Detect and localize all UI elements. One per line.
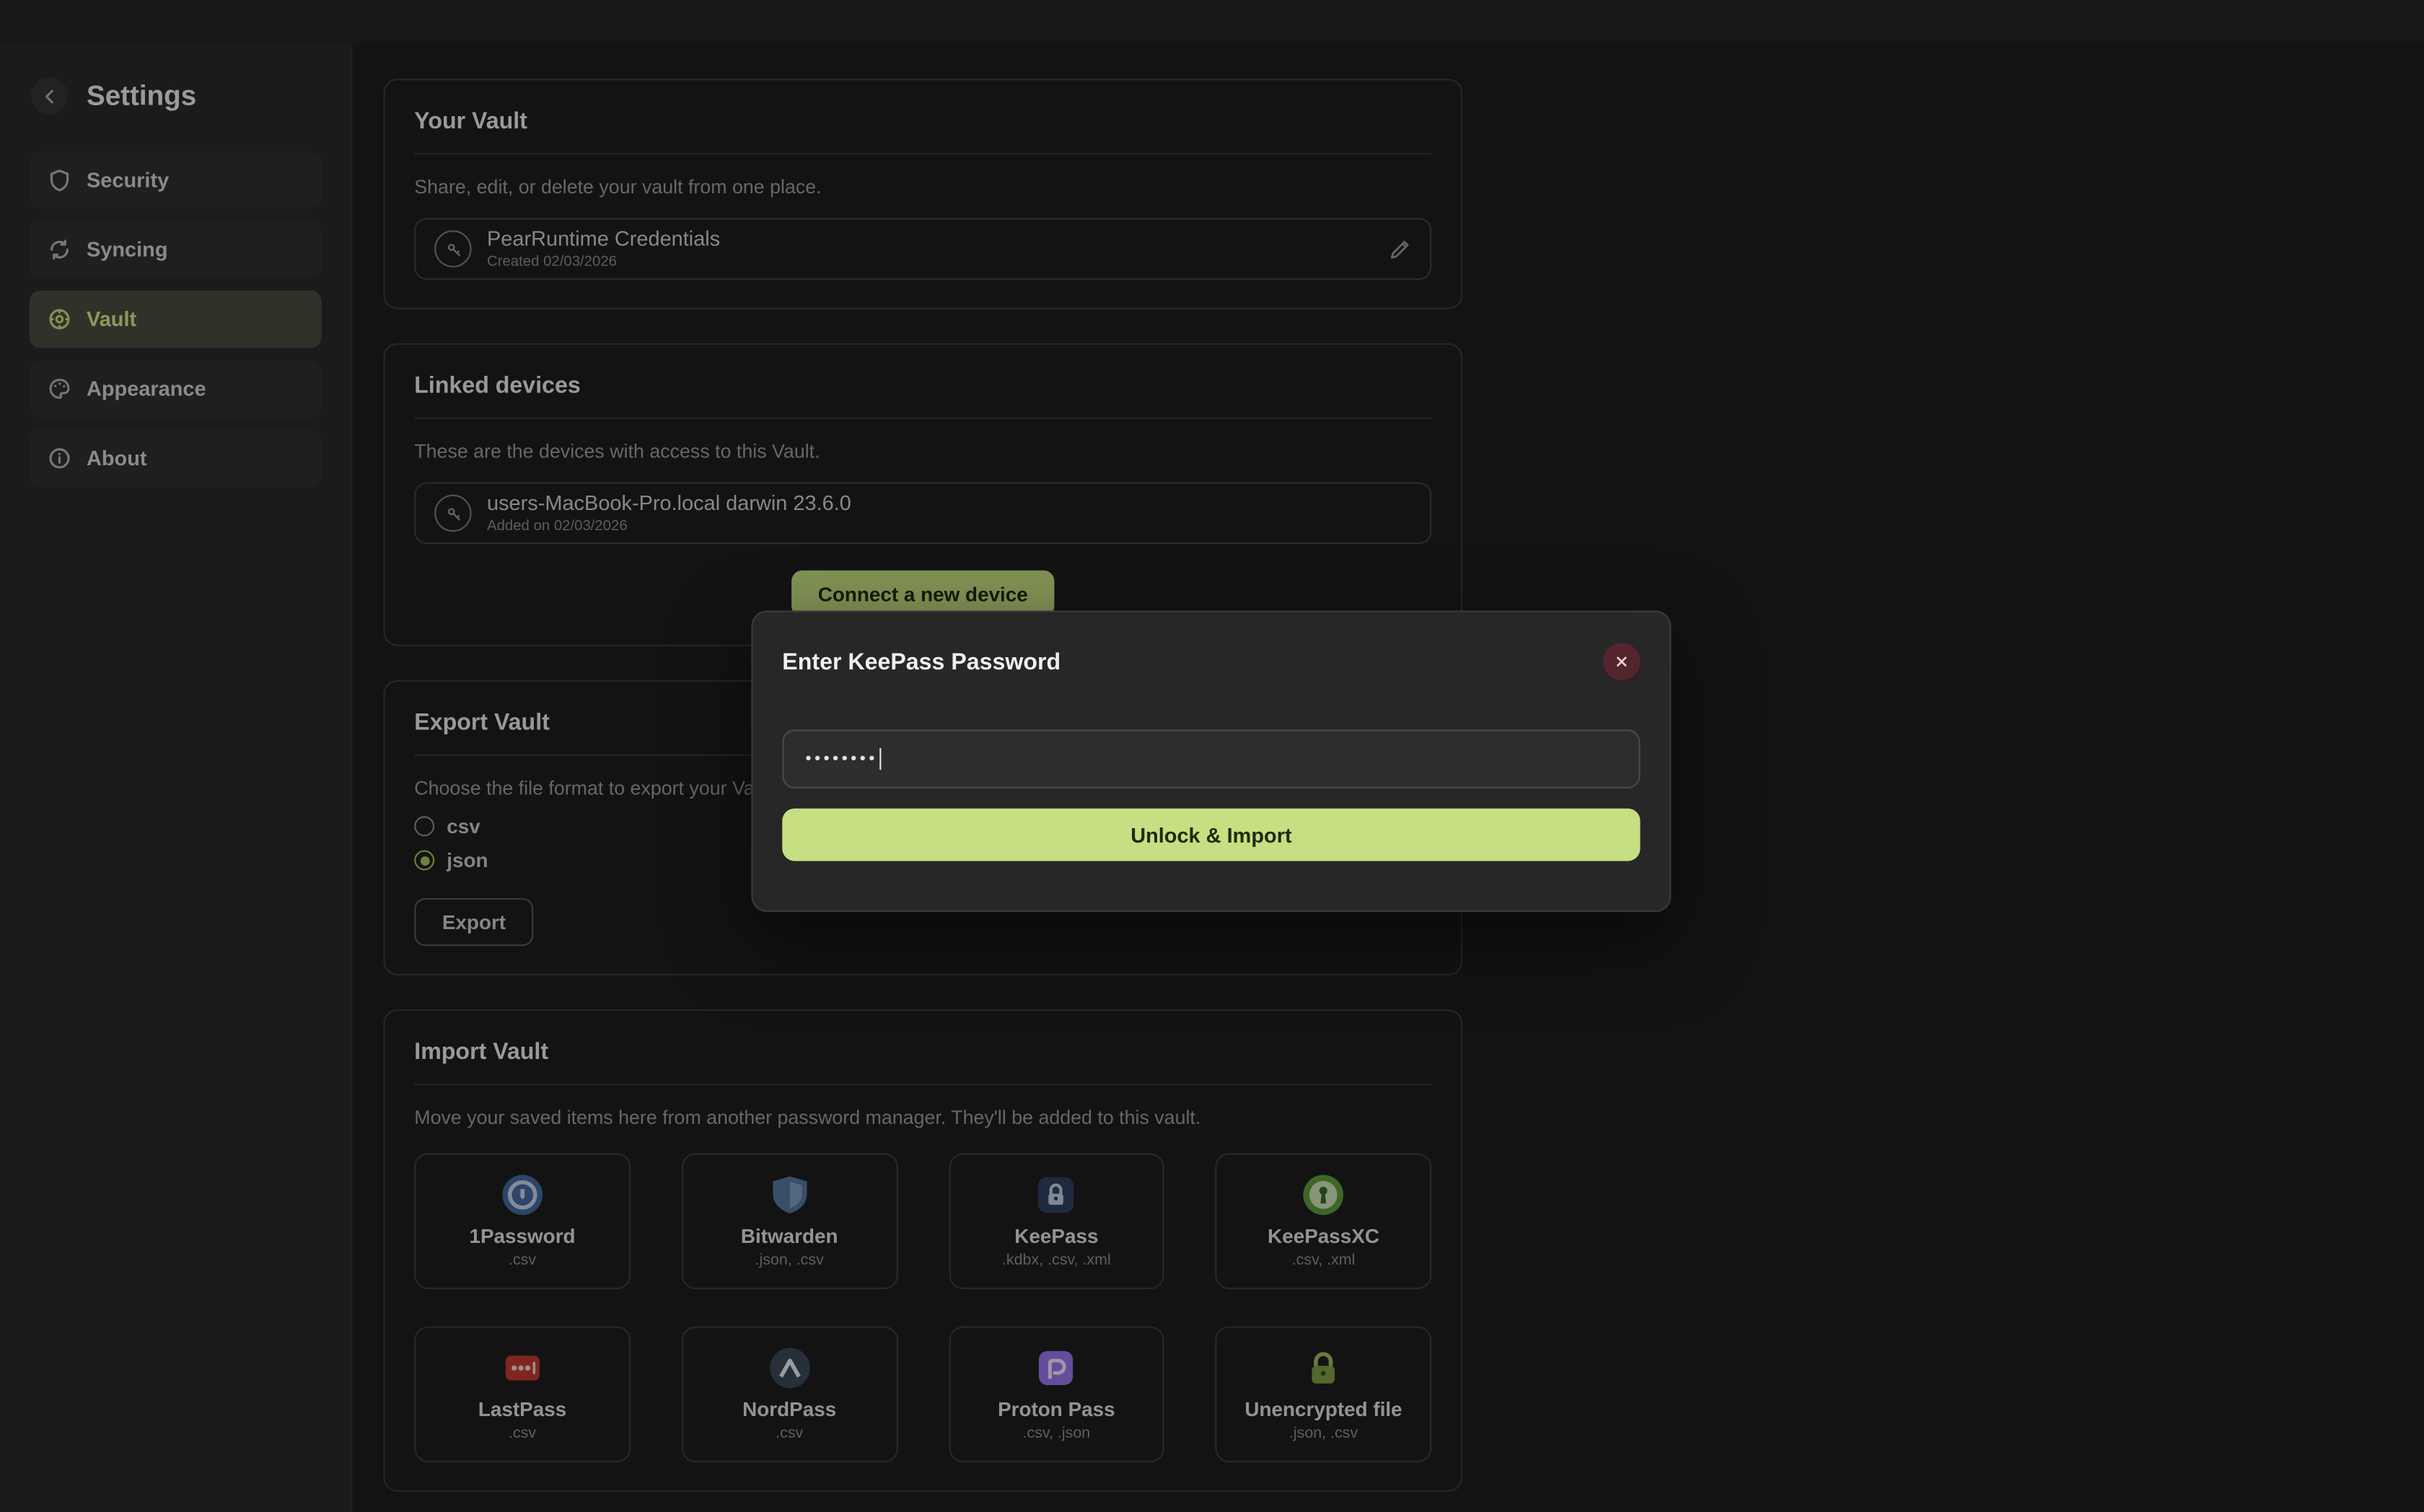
close-icon [1614, 654, 1629, 669]
text-caret [879, 748, 882, 770]
unlock-import-button[interactable]: Unlock & Import [782, 809, 1640, 861]
password-input[interactable]: •••••••• [782, 729, 1640, 788]
modal-title: Enter KeePass Password [782, 649, 1060, 674]
password-value: •••••••• [805, 750, 877, 768]
keepass-password-modal: Enter KeePass Password •••••••• Unlock &… [751, 610, 1671, 912]
app-window: Settings Security Syncing [0, 0, 2424, 1512]
close-button[interactable] [1603, 643, 1640, 680]
